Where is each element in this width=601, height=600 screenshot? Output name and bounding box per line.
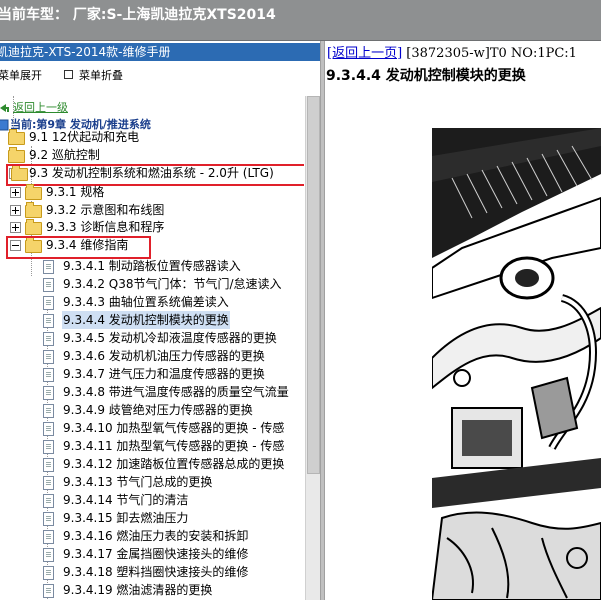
- collapse-menu-button[interactable]: 菜单折叠: [64, 67, 123, 83]
- document-icon: [43, 296, 54, 310]
- tree-label: 9.3.4.7 进气压力和温度传感器的更换: [63, 367, 265, 381]
- document-icon: [43, 476, 54, 490]
- tree-label: 9.3.2 示意图和布线图: [46, 203, 165, 217]
- tree-label: 9.3.4.10 加热型氧气传感器的更换 - 传感: [63, 421, 285, 435]
- expand-menu-button[interactable]: 菜单展开: [0, 67, 42, 83]
- tree-item-9-3-4-4[interactable]: 9.3.4.4 发动机控制模块的更换: [0, 311, 304, 329]
- tree-item-9-3-4-12[interactable]: 9.3.4.12 加速踏板位置传感器总成的更换: [0, 455, 304, 473]
- tree-item-9-3-4-2[interactable]: 9.3.4.2 Q38节气门体：节气门/怠速读入: [0, 275, 304, 293]
- tree-item-9-3-4-19[interactable]: 9.3.4.19 燃油滤清器的更换: [0, 581, 304, 599]
- content-breadcrumb: [返回上一页] [3872305-w]T0 NO:1PC:1: [327, 42, 577, 61]
- collapse-label: 菜单折叠: [79, 69, 123, 82]
- tree-label: 9.3.4.18 塑料挡圈快速接头的维修: [63, 565, 249, 579]
- page-title: 9.3.4.4 发动机控制模块的更换: [326, 68, 526, 84]
- document-icon: [43, 530, 54, 544]
- manual-header: 凯迪拉克-XTS-2014款-维修手册: [0, 43, 320, 61]
- collapse-icon: [64, 70, 73, 79]
- tree-item-9-3-4-9[interactable]: 9.3.4.9 歧管绝对压力传感器的更换: [0, 401, 304, 419]
- tree-scrollbar[interactable]: [305, 96, 320, 600]
- tree-label: 9.3.4.9 歧管绝对压力传感器的更换: [63, 403, 253, 417]
- document-icon: [43, 332, 54, 346]
- tree-item-9-3-4-17[interactable]: 9.3.4.17 金属挡圈快速接头的维修: [0, 545, 304, 563]
- expand-icon[interactable]: [10, 205, 21, 216]
- tree-item-9-3-4-7[interactable]: 9.3.4.7 进气压力和温度传感器的更换: [0, 365, 304, 383]
- document-icon: [43, 314, 54, 328]
- document-icon: [43, 368, 54, 382]
- document-icon: [43, 260, 54, 274]
- folder-icon: [25, 184, 42, 200]
- document-icon: [43, 584, 54, 598]
- tree-item-9-3-4-18[interactable]: 9.3.4.18 塑料挡圈快速接头的维修: [0, 563, 304, 581]
- document-icon: [43, 386, 54, 400]
- expand-icon[interactable]: [10, 187, 21, 198]
- folder-icon: [25, 202, 42, 218]
- tree-item-9-3-3[interactable]: 9.3.3 诊断信息和程序: [0, 218, 304, 236]
- document-icon: [43, 494, 54, 508]
- tree-label: 9.3.4.2 Q38节气门体：节气门/怠速读入: [63, 277, 282, 291]
- folder-icon: [8, 147, 25, 163]
- tree-item-9-3-4-5[interactable]: 9.3.4.5 发动机冷却液温度传感器的更换: [0, 329, 304, 347]
- tree-item-9-3-4-11[interactable]: 9.3.4.11 加热型氧气传感器的更换 - 传感: [0, 437, 304, 455]
- navigation-panel: 凯迪拉克-XTS-2014款-维修手册 菜单展开 菜单折叠 返回上一级 当前:第…: [0, 41, 320, 600]
- title-bar: 当前车型： 厂家:S-上海凯迪拉克XTS2014: [0, 0, 601, 41]
- expand-icon: 菜单展开: [0, 69, 42, 82]
- highlight-box-9-3-4: [6, 236, 151, 259]
- tree-label: 9.3.4.16 燃油压力表的安装和拆卸: [63, 529, 249, 543]
- tree-label: 9.3.4.11 加热型氧气传感器的更换 - 传感: [63, 439, 285, 453]
- tree-label: 9.3.4.15 卸去燃油压力: [63, 511, 189, 525]
- expand-icon[interactable]: [10, 222, 21, 233]
- tree-item-9-3-4-8[interactable]: 9.3.4.8 带进气温度传感器的质量空气流量: [0, 383, 304, 401]
- tree-item-9-3-4-15[interactable]: 9.3.4.15 卸去燃油压力: [0, 509, 304, 527]
- tree-label: 9.3.4.1 制动踏板位置传感器读入: [63, 259, 241, 273]
- tree-item-9-3-2[interactable]: 9.3.2 示意图和布线图: [0, 201, 304, 219]
- tree-label: 9.3.4.14 节气门的清洁: [63, 493, 189, 507]
- tree-label: 9.3.3 诊断信息和程序: [46, 220, 165, 234]
- tree-label: 9.1 12伏起动和充电: [29, 130, 140, 144]
- tree-item-9-3-1[interactable]: 9.3.1 规格: [0, 183, 304, 201]
- tree-item-9-3-4-14[interactable]: 9.3.4.14 节气门的清洁: [0, 491, 304, 509]
- document-icon: [43, 458, 54, 472]
- tree-item-9-3-4-10[interactable]: 9.3.4.10 加热型氧气传感器的更换 - 传感: [0, 419, 304, 437]
- scrollbar-thumb[interactable]: [307, 96, 320, 474]
- content-panel: [返回上一页] [3872305-w]T0 NO:1PC:1 9.3.4.4 发…: [325, 41, 601, 600]
- document-icon: [43, 278, 54, 292]
- document-icon: [43, 566, 54, 580]
- tree-label: 9.3.4.3 曲轴位置系统偏差读入: [63, 295, 229, 309]
- tree-item-9-1[interactable]: 9.1 12伏起动和充电: [0, 128, 304, 146]
- tree-item-9-3-4-3[interactable]: 9.3.4.3 曲轴位置系统偏差读入: [0, 293, 304, 311]
- tree-label: 9.3.4.12 加速踏板位置传感器总成的更换: [63, 457, 285, 471]
- vehicle-model-label: 当前车型： 厂家:S-上海凯迪拉克XTS2014: [0, 7, 276, 23]
- tree-label: 9.3.4.13 节气门总成的更换: [63, 475, 213, 489]
- engine-bay-image: [432, 128, 601, 600]
- tree-label-selected: 9.3.4.4 发动机控制模块的更换: [62, 311, 230, 329]
- folder-icon: [25, 219, 42, 235]
- back-page-link[interactable]: [返回上一页]: [327, 46, 402, 61]
- manual-tree: 9.1 12伏起动和充电 9.2 巡航控制 9.3 发动机控制系统和燃油系统 -…: [0, 96, 304, 600]
- document-icon: [43, 440, 54, 454]
- tree-label: 9.3.1 规格: [46, 185, 105, 199]
- document-code: [3872305-w]T0 NO:1PC:1: [402, 46, 577, 61]
- folder-icon: [8, 129, 25, 145]
- tree-item-9-3-4-16[interactable]: 9.3.4.16 燃油压力表的安装和拆卸: [0, 527, 304, 545]
- document-icon: [43, 512, 54, 526]
- tree-item-9-3-4-13[interactable]: 9.3.4.13 节气门总成的更换: [0, 473, 304, 491]
- tree-label: 9.3.4.6 发动机机油压力传感器的更换: [63, 349, 265, 363]
- tree-label: 9.3.4.19 燃油滤清器的更换: [63, 583, 213, 597]
- tree-item-9-3-4-1[interactable]: 9.3.4.1 制动踏板位置传感器读入: [0, 257, 304, 275]
- document-icon: [43, 548, 54, 562]
- document-icon: [43, 350, 54, 364]
- tree-label: 9.3.4.8 带进气温度传感器的质量空气流量: [63, 385, 289, 399]
- tree-item-9-3-4-6[interactable]: 9.3.4.6 发动机机油压力传感器的更换: [0, 347, 304, 365]
- manual-title: 凯迪拉克-XTS-2014款-维修手册: [0, 45, 171, 59]
- document-icon: [43, 404, 54, 418]
- tree-label: 9.3.4.17 金属挡圈快速接头的维修: [63, 547, 249, 561]
- tree-label: 9.2 巡航控制: [29, 148, 100, 162]
- tree-item-9-2[interactable]: 9.2 巡航控制: [0, 146, 304, 164]
- document-icon: [43, 422, 54, 436]
- tree-label: 9.3.4.5 发动机冷却液温度传感器的更换: [63, 331, 277, 345]
- tree-toolbar: 菜单展开 菜单折叠: [0, 63, 320, 83]
